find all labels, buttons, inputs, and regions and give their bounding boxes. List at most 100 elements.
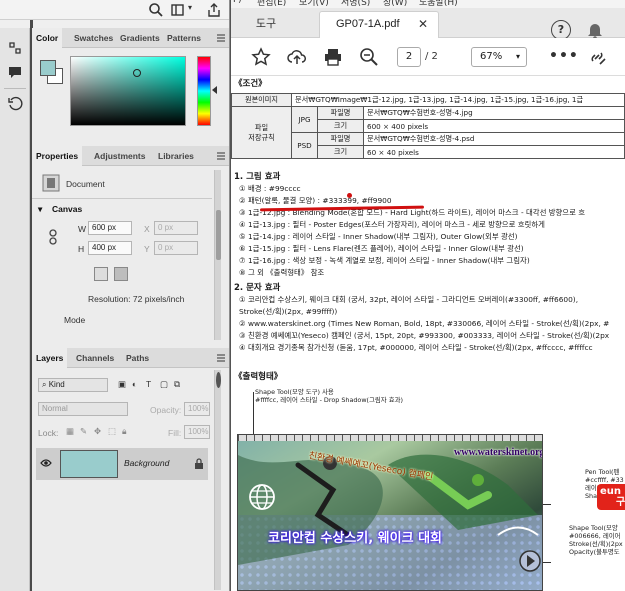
lock-image-icon[interactable]: ✎ bbox=[80, 426, 87, 437]
callout-text: #ffffcc, 레이어 스타일 - Drop Shadow(그림자 효과) bbox=[255, 396, 403, 404]
opacity-label: Opacity: bbox=[150, 405, 182, 415]
layer-thumbnail bbox=[60, 450, 118, 478]
layer-name[interactable]: Background bbox=[124, 458, 169, 468]
page-number-input[interactable]: 2 bbox=[397, 47, 421, 67]
sample-title-text: 코리안컵 수상스키, 웨이크 대회 bbox=[268, 531, 442, 546]
ps-panels: Color Swatches Gradients Patterns Proper… bbox=[32, 28, 229, 591]
section-image-effects-title: 1. 그림 효과 bbox=[234, 172, 281, 182]
filter-pixel-icon[interactable]: ▣ bbox=[118, 379, 126, 390]
canvas-section-toggle[interactable]: ▾ bbox=[38, 204, 42, 215]
share-icon[interactable] bbox=[206, 2, 222, 18]
filter-type-icon[interactable]: T bbox=[146, 379, 151, 389]
properties-scrollbar[interactable] bbox=[214, 170, 221, 340]
document-tab[interactable]: GP07-1A.pdf ✕ bbox=[319, 11, 439, 38]
foreground-color-swatch-front[interactable] bbox=[40, 60, 56, 76]
layers-scroll-thumb[interactable] bbox=[216, 372, 221, 388]
filter-shape-icon[interactable]: ▢ bbox=[160, 379, 168, 390]
tab-layers[interactable]: Layers bbox=[32, 348, 68, 368]
badge-text: 구 bbox=[616, 497, 625, 508]
zoom-search-icon[interactable] bbox=[359, 47, 379, 67]
print-icon[interactable] bbox=[323, 47, 343, 67]
menu-window[interactable]: 창(W) bbox=[383, 0, 407, 8]
tab-gradients[interactable]: Gradients bbox=[116, 28, 164, 48]
output-form-heading: 《출력형태》 bbox=[234, 372, 283, 382]
tab-patterns[interactable]: Patterns bbox=[163, 28, 205, 48]
star-icon[interactable] bbox=[251, 47, 271, 67]
lock-transparent-icon[interactable]: ▦ bbox=[66, 426, 74, 437]
cloud-upload-icon[interactable] bbox=[287, 47, 307, 67]
height-field[interactable]: 400 px bbox=[88, 241, 132, 255]
color-picker-cursor[interactable] bbox=[133, 69, 141, 77]
table-header-cell: 파일명 bbox=[317, 132, 364, 146]
fill-field[interactable]: 100% bbox=[184, 425, 210, 439]
y-field[interactable]: 0 px bbox=[154, 241, 198, 255]
lock-artboard-icon[interactable]: ⬚ bbox=[108, 426, 116, 437]
tab-color[interactable]: Color bbox=[32, 28, 63, 48]
portrait-button[interactable] bbox=[94, 267, 108, 281]
lock-all-icon[interactable]: 🔒︎ bbox=[122, 426, 127, 437]
menu-sign[interactable]: 서명(S) bbox=[341, 0, 370, 8]
comment-icon[interactable] bbox=[7, 64, 23, 80]
filter-adjustment-icon[interactable]: ◐ bbox=[132, 379, 137, 389]
filter-smart-object-icon[interactable]: ⧉ bbox=[174, 379, 180, 390]
more-icon[interactable]: ••• bbox=[549, 48, 579, 64]
blend-mode-select[interactable]: Normal bbox=[38, 402, 128, 416]
search-icon[interactable] bbox=[148, 2, 164, 18]
callout-leader-line bbox=[543, 562, 551, 563]
lock-position-icon[interactable]: ✥ bbox=[94, 426, 101, 437]
panel-menu-icon[interactable] bbox=[216, 150, 226, 162]
color-field[interactable] bbox=[70, 56, 186, 126]
menu-view[interactable]: 보기(V) bbox=[299, 0, 329, 8]
resolution-text: Resolution: 72 pixels/inch bbox=[88, 294, 185, 304]
hue-slider[interactable] bbox=[197, 56, 211, 126]
lock-label: Lock: bbox=[38, 428, 59, 438]
page-total: / 2 bbox=[425, 51, 438, 62]
zoom-value: 67% bbox=[480, 51, 503, 62]
table-header-text: 저장규칙 bbox=[248, 132, 275, 142]
close-icon[interactable]: ✕ bbox=[418, 17, 428, 31]
tab-paths[interactable]: Paths bbox=[122, 348, 153, 368]
tab-adjustments[interactable]: Adjustments bbox=[90, 146, 149, 166]
help-icon[interactable]: ? bbox=[551, 20, 571, 40]
photoshop-window: ▾ Color Swatches Gradients Patterns Prop… bbox=[0, 0, 230, 591]
tab-channels[interactable]: Channels bbox=[72, 348, 118, 368]
link-edit-icon[interactable] bbox=[587, 47, 607, 67]
badge-text: eun bbox=[600, 486, 622, 497]
landscape-button[interactable] bbox=[114, 267, 128, 281]
x-field[interactable]: 0 px bbox=[154, 221, 198, 235]
kind-label: Kind bbox=[48, 380, 65, 389]
eye-icon[interactable] bbox=[40, 458, 52, 468]
menu-help[interactable]: 도움말(H) bbox=[419, 0, 458, 8]
link-icon[interactable] bbox=[48, 229, 58, 245]
panel-menu-icon[interactable] bbox=[216, 32, 226, 44]
width-field[interactable]: 600 px bbox=[88, 221, 132, 235]
opacity-field[interactable]: 100% bbox=[184, 402, 210, 416]
history-icon[interactable] bbox=[7, 96, 23, 112]
layer-kind-filter[interactable]: ⌕ Kind bbox=[38, 378, 108, 392]
zoom-select[interactable]: 67% ▾ bbox=[471, 47, 527, 67]
pdf-toolbar: 2 / 2 67% ▾ ••• bbox=[231, 38, 625, 76]
fill-label: Fill: bbox=[168, 428, 182, 438]
layer-row-background[interactable]: Background bbox=[36, 448, 208, 480]
panel-menu-icon[interactable] bbox=[216, 352, 226, 364]
lock-icon[interactable] bbox=[194, 458, 204, 469]
bell-icon[interactable] bbox=[585, 20, 605, 40]
sample-url-text: www.waterskinet.org bbox=[454, 447, 543, 458]
list-item: ④ 1급-13.jpg : 필터 - Poster Edges(포스터 가장자리… bbox=[239, 220, 545, 229]
color-panel-tabs: Color Swatches Gradients Patterns bbox=[32, 28, 229, 48]
chevron-down-icon[interactable]: ▾ bbox=[188, 3, 192, 12]
table-cell: 문서₩GTQ₩Image₩1급-12.jpg, 1급-13.jpg, 1급-14… bbox=[291, 93, 625, 107]
tools-tab[interactable]: 도구 bbox=[237, 11, 295, 37]
table-cell: 600 × 400 pixels bbox=[363, 119, 625, 133]
tab-properties[interactable]: Properties bbox=[32, 146, 83, 166]
tab-swatches[interactable]: Swatches bbox=[70, 28, 117, 48]
workspace-icon[interactable] bbox=[170, 2, 186, 18]
menu-edit[interactable]: 편집(E) bbox=[257, 0, 286, 8]
tab-libraries[interactable]: Libraries bbox=[154, 146, 198, 166]
layers-scrollbar[interactable] bbox=[214, 370, 221, 590]
properties-scroll-thumb[interactable] bbox=[216, 210, 221, 260]
menu-file[interactable]: F) bbox=[233, 0, 242, 5]
history-brush-icon[interactable] bbox=[7, 40, 23, 56]
table-header-cell: JPG bbox=[291, 106, 318, 133]
hue-slider-handle[interactable] bbox=[212, 86, 217, 94]
